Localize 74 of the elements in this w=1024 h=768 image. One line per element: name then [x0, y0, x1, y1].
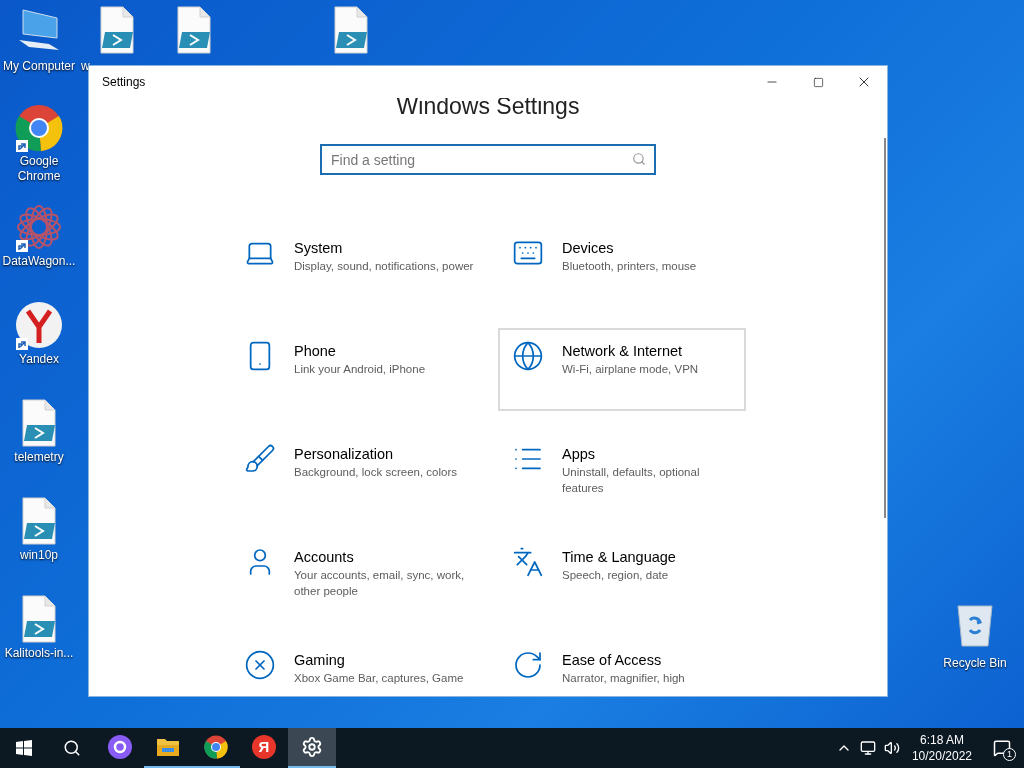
category-description: Background, lock screen, colors: [294, 465, 457, 480]
settings-category[interactable]: Time & Language Speech, region, date: [498, 534, 746, 617]
flower-pattern-icon: [16, 204, 62, 250]
category-title: Phone: [294, 342, 337, 361]
windows-logo-icon: [16, 740, 32, 756]
notification-count: 1: [1003, 748, 1016, 761]
script-file-icon: [174, 6, 214, 54]
taskbar-app[interactable]: Я: [240, 728, 288, 768]
settings-category[interactable]: Ease of Access Narrator, magnifier, high: [498, 637, 746, 696]
category-description: Your accounts, email, sync, work, other people: [294, 568, 466, 599]
settings-category[interactable]: Network & Internet Wi-Fi, airplane mode, VPN: [498, 328, 746, 411]
category-title: Gaming: [294, 651, 346, 670]
yandex-logo: Я: [252, 735, 276, 759]
taskbar-app[interactable]: [288, 728, 336, 768]
desktop-icon-label: DataWagon...: [1, 254, 77, 269]
maximize-icon: [812, 76, 824, 88]
category-description: Narrator, magnifier, high: [562, 671, 685, 686]
search-icon: [632, 152, 646, 166]
desktop-icon-label: telemetry: [13, 450, 65, 465]
x-circle-icon: [244, 649, 276, 681]
settings-category[interactable]: System Display, sound, notifications, power: [230, 225, 478, 308]
settings-icon: [301, 736, 323, 758]
window-title: Settings: [102, 74, 146, 91]
folder-icon: [156, 737, 180, 757]
yandex-y-icon: [15, 301, 63, 349]
settings-category[interactable]: Devices Bluetooth, printers, mouse: [498, 225, 746, 308]
speech-bubble-icon: [993, 739, 1011, 757]
globe-icon: [512, 340, 544, 372]
recycle-bin-icon: [955, 602, 995, 648]
language-icon: [512, 546, 544, 578]
chrome-icon: [15, 104, 63, 152]
desktop-icon-label: win10p: [19, 548, 59, 563]
notifications-button[interactable]: 1: [980, 728, 1024, 768]
category-title: Personalization: [294, 445, 395, 464]
scrollbar[interactable]: [884, 138, 886, 518]
chrome-icon: [204, 735, 228, 759]
search-field[interactable]: Find a setting: [320, 144, 656, 175]
clock[interactable]: 6:18 AM 10/20/2022: [903, 732, 980, 764]
brush-icon: [244, 443, 276, 475]
category-title: Ease of Access: [562, 651, 663, 670]
script-file-icon: [19, 497, 59, 545]
settings-category[interactable]: Apps Uninstall, defaults, optional features: [498, 431, 746, 514]
category-title: Time & Language: [562, 548, 676, 567]
cortana-icon: [108, 735, 132, 759]
page-heading: Windows Settings: [396, 98, 580, 120]
category-title: Devices: [562, 239, 615, 258]
category-title: Accounts: [294, 548, 355, 567]
desktop-icon-label: My Computer: [3, 58, 75, 75]
category-description: Bluetooth, printers, mouse: [562, 259, 697, 274]
rotate-arrow-icon: [512, 649, 544, 681]
script-file-icon: [19, 399, 59, 447]
desktop-icon-label: Recycle Bin: [943, 655, 1007, 672]
network-icon[interactable]: [859, 740, 876, 756]
settings-category[interactable]: Gaming Xbox Game Bar, captures, Game: [230, 637, 478, 696]
script-file-icon: [331, 6, 371, 54]
script-file-icon: [97, 6, 137, 54]
category-description: Uninstall, defaults, optional features: [562, 465, 701, 496]
settings-category[interactable]: Personalization Background, lock screen, colors: [230, 431, 478, 514]
script-file-icon: [19, 595, 59, 643]
settings-category[interactable]: Accounts Your accounts, email, sync, work, other people: [230, 534, 478, 617]
desktop-icon-label: Kalitools-in...: [3, 646, 75, 661]
category-description: Link your Android, iPhone: [294, 362, 426, 377]
category-description: Wi-Fi, airplane mode, VPN: [562, 362, 699, 377]
search-icon: [63, 739, 81, 757]
category-title: Apps: [562, 445, 597, 464]
category-description: Speech, region, date: [562, 568, 670, 583]
desktop-icon-label: Yandex: [18, 352, 60, 367]
category-description: Xbox Game Bar, captures, Game: [294, 671, 464, 686]
category-title: System: [294, 239, 344, 258]
volume-icon[interactable]: [883, 740, 900, 756]
category-description: Display, sound, notifications, power: [294, 259, 474, 274]
category-title: Network & Internet: [562, 342, 684, 361]
desktop-icon-label: Google Chrome: [16, 154, 62, 184]
settings-category[interactable]: Phone Link your Android, iPhone: [230, 328, 478, 411]
